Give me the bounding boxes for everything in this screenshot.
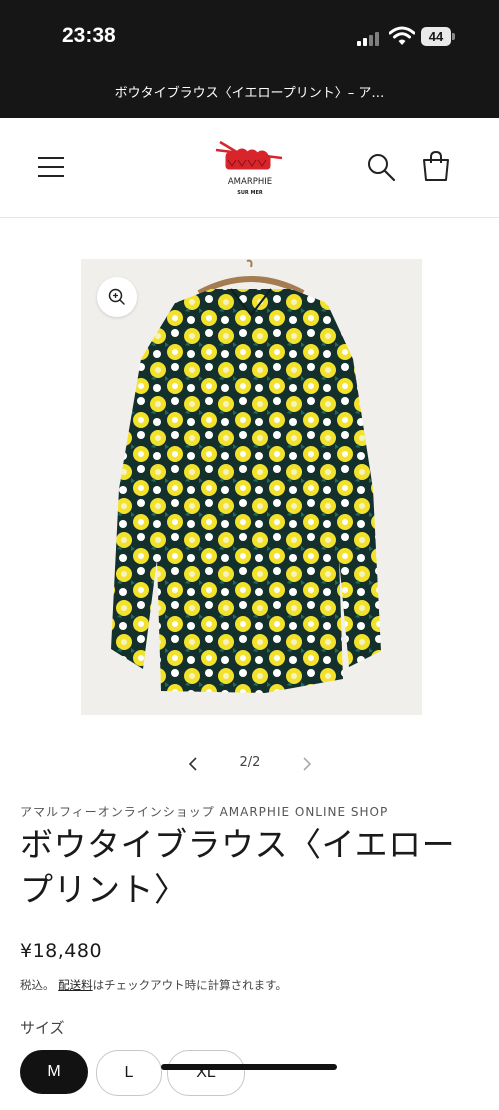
zoom-in-icon[interactable]	[97, 277, 137, 317]
browser-page-title[interactable]: ボウタイブラウス〈イエロープリント〉– ア…	[0, 74, 499, 118]
cart-bag-icon[interactable]	[420, 150, 452, 182]
size-label: サイズ	[20, 1019, 65, 1037]
image-counter: 2/2	[239, 755, 261, 770]
signal-bars-icon	[357, 30, 383, 46]
status-bar: 23:38 44	[0, 0, 499, 74]
battery-indicator: 44	[421, 27, 451, 46]
home-indicator	[161, 1064, 337, 1070]
chevron-left-icon[interactable]	[184, 754, 204, 774]
product-image[interactable]	[81, 259, 422, 715]
tax-note: 税込。 配送料はチェックアウト時に計算されます。	[20, 977, 287, 993]
product-title: ボウタイブラウス〈イエロープリント〉	[20, 825, 456, 909]
logo-subtext: SUR MER	[237, 190, 263, 196]
size-option-l[interactable]: L	[96, 1050, 162, 1096]
wifi-icon	[389, 26, 415, 45]
logo-text: AMARPHIE	[228, 177, 272, 187]
size-option-m[interactable]: M	[20, 1050, 88, 1094]
battery-tip	[452, 33, 455, 40]
product-price: ¥18,480	[20, 940, 103, 962]
chevron-right-icon[interactable]	[296, 754, 316, 774]
shipping-link[interactable]: 配送料	[58, 978, 93, 992]
size-option-xl[interactable]: XL	[167, 1050, 245, 1096]
tax-prefix: 税込。	[20, 978, 55, 992]
status-time: 23:38	[62, 24, 116, 47]
search-icon[interactable]	[366, 152, 396, 182]
tax-suffix: はチェックアウト時に計算されます。	[92, 978, 288, 992]
hamburger-menu-icon[interactable]	[36, 152, 66, 182]
store-header: AMARPHIE SUR MER	[0, 118, 499, 218]
product-vendor: アマルフィーオンラインショップ AMARPHIE ONLINE SHOP	[20, 805, 389, 819]
blouse-photo	[81, 259, 422, 715]
image-pager: 2/2	[0, 750, 499, 776]
amarphie-logo[interactable]: AMARPHIE SUR MER	[212, 138, 288, 202]
